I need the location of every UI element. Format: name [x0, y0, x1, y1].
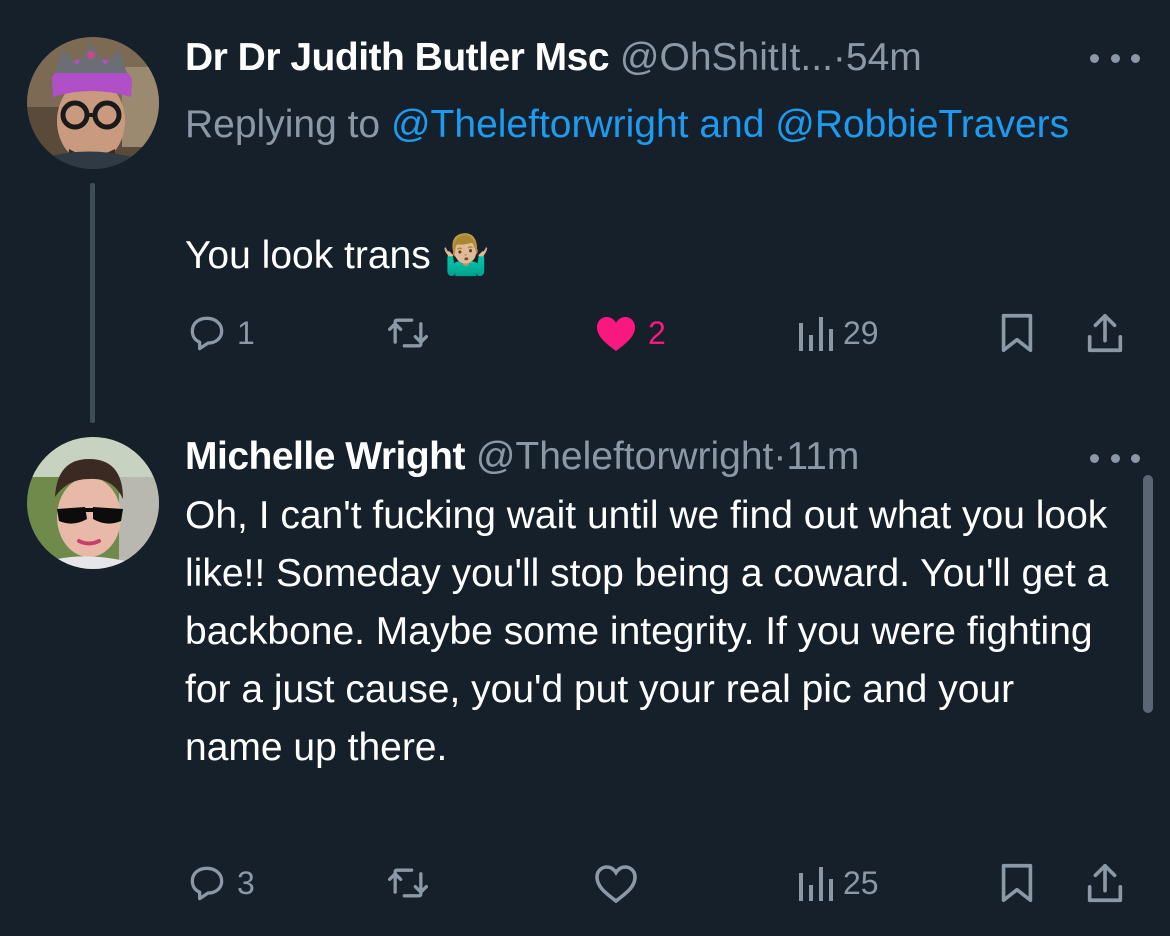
bookmark-icon: [1001, 863, 1033, 903]
tweet[interactable]: Dr Dr Judith Butler Msc @OhShitIt...·54m…: [0, 0, 1170, 423]
views-button[interactable]: 25: [795, 855, 879, 911]
tweet-header: Michelle Wright @Theleftorwright·11m: [185, 433, 1050, 481]
more-icon[interactable]: [1090, 48, 1140, 68]
replying-to-link[interactable]: @Theleftorwright and @RobbieTravers: [391, 103, 1069, 146]
reply-button[interactable]: 3: [185, 855, 255, 911]
bookmark-icon: [1001, 313, 1033, 353]
bookmark-button[interactable]: [997, 305, 1037, 361]
separator: ·: [773, 435, 787, 478]
share-icon: [1087, 313, 1123, 353]
timestamp[interactable]: 11m: [786, 435, 859, 478]
tweet-header: Dr Dr Judith Butler Msc @OhShitIt...·54m: [185, 34, 1050, 82]
reply-button[interactable]: 1: [185, 305, 255, 361]
scrollbar[interactable]: [1143, 475, 1153, 713]
author-name[interactable]: Michelle Wright: [185, 435, 465, 478]
like-button[interactable]: 2: [592, 305, 666, 361]
view-count: 25: [843, 864, 879, 901]
views-icon: [799, 867, 833, 901]
tweet-actions: 3 25: [185, 855, 1140, 911]
like-count: 2: [648, 314, 666, 351]
like-button[interactable]: [592, 855, 648, 911]
share-button[interactable]: [1083, 305, 1127, 361]
separator: ·: [832, 36, 846, 79]
thread-line: [90, 183, 95, 423]
views-button[interactable]: 29: [795, 305, 879, 361]
share-button[interactable]: [1083, 855, 1127, 911]
tweet[interactable]: Michelle Wright @Theleftorwright·11m Oh,…: [0, 420, 1170, 936]
tweet-text: You look trans 🤷🏼‍♂️: [185, 234, 491, 277]
share-icon: [1087, 863, 1123, 903]
author-name[interactable]: Dr Dr Judith Butler Msc: [185, 36, 610, 79]
views-icon: [799, 317, 833, 351]
replying-prefix: Replying to: [185, 103, 381, 146]
retweet-button[interactable]: [383, 855, 441, 911]
replying-to: Replying to @Theleftorwright and @Robbie…: [185, 94, 1085, 155]
reply-count: 3: [237, 864, 255, 901]
reply-icon: [190, 316, 224, 351]
bookmark-button[interactable]: [997, 855, 1037, 911]
retweet-button[interactable]: [383, 305, 441, 361]
heart-icon: [597, 317, 635, 351]
more-icon[interactable]: [1090, 448, 1140, 468]
reply-icon: [190, 866, 224, 901]
heart-icon: [595, 865, 637, 904]
retweet-icon: [388, 868, 428, 898]
author-handle[interactable]: @OhShitIt...: [620, 36, 833, 79]
avatar[interactable]: [27, 437, 159, 569]
view-count: 29: [843, 314, 879, 351]
retweet-icon: [388, 318, 428, 348]
author-handle[interactable]: @Theleftorwright: [476, 435, 774, 478]
timestamp[interactable]: 54m: [846, 36, 922, 79]
tweet-actions: 1 2 29: [185, 305, 1140, 361]
tweet-text: Oh, I can't fucking wait until we find o…: [185, 494, 1109, 769]
reply-count: 1: [237, 314, 255, 351]
avatar[interactable]: [27, 37, 159, 169]
